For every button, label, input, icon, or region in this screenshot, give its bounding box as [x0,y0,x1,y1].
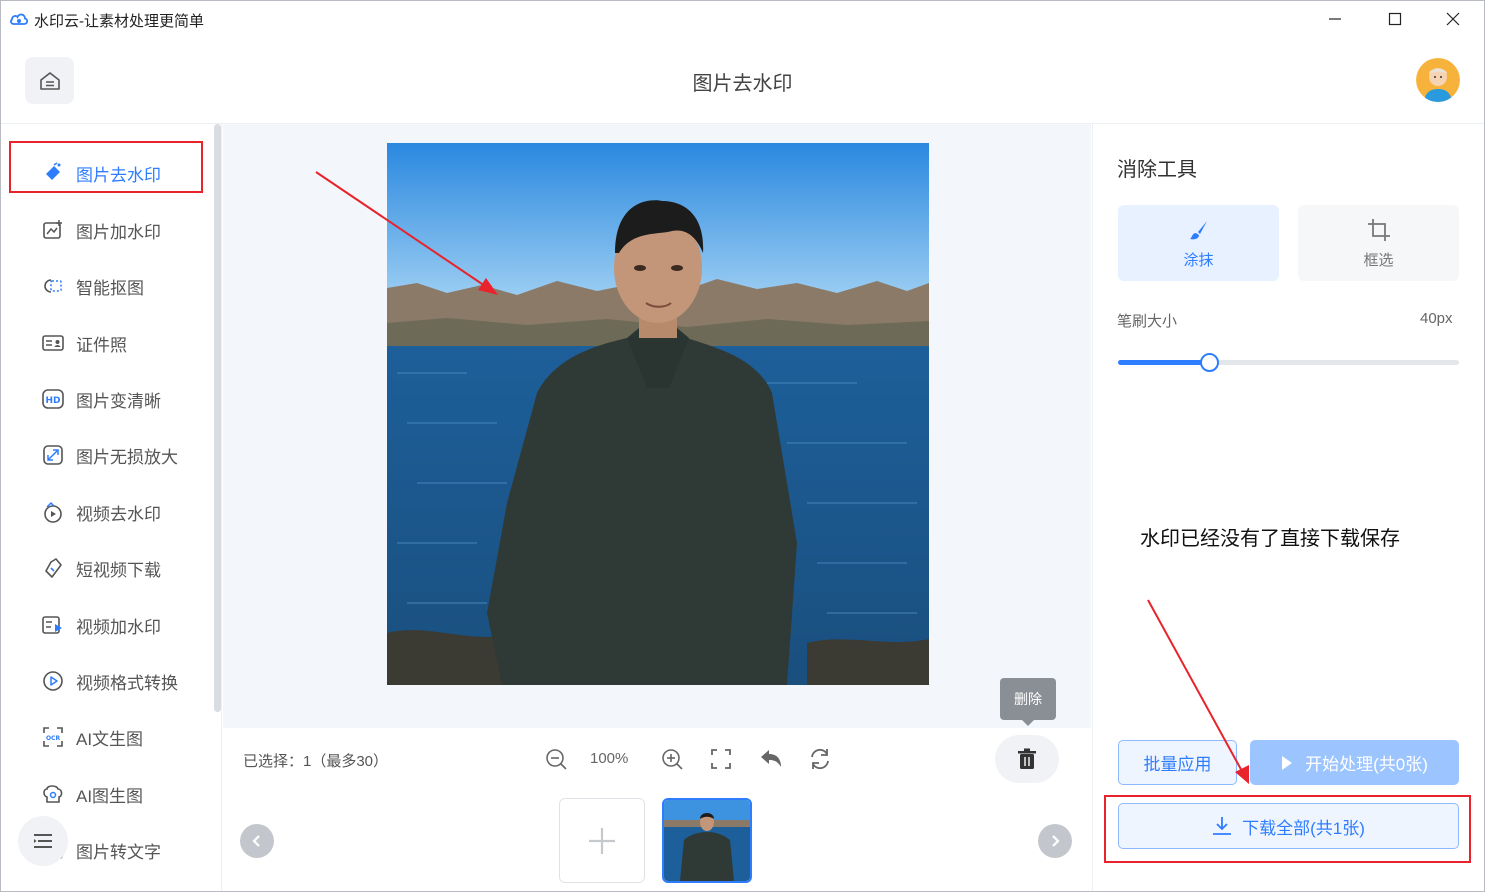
link-download-icon [42,557,64,579]
minimize-button[interactable] [1312,4,1358,34]
thumbnail-strip [223,792,1091,892]
zoom-out-icon [546,749,567,770]
sidebar-item-ai-image-to-image[interactable]: AI图生图 [10,768,202,820]
app-logo-icon [10,13,28,25]
maximize-icon [1388,12,1402,26]
brush-size-label: 笔刷大小 [1117,313,1178,330]
close-icon [1446,12,1460,26]
undo-icon [761,750,781,767]
sidebar-menu-button[interactable] [18,816,68,866]
hd-icon: HD [42,388,64,410]
chevron-left-icon [252,835,260,847]
video-erase-icon [42,501,64,523]
tool-box-select[interactable]: 框选 [1298,205,1459,281]
tool-smear[interactable]: 涂抹 [1118,205,1279,281]
sidebar-item-id-photo[interactable]: 证件照 [10,317,202,369]
download-highlight-box [1104,795,1471,863]
sidebar-item-label: 证件照 [76,335,127,355]
brush-size-slider-fill [1118,360,1211,365]
play-icon [1282,755,1293,770]
brush-size-slider[interactable] [1118,353,1459,372]
brush-size-value: 40px [1420,310,1453,327]
enlarge-icon [42,444,64,466]
edited-photo[interactable] [387,143,929,685]
sidebar-item-label: 图片去水印 [76,165,161,185]
svg-text:OCR: OCR [46,735,61,742]
page-title: 图片去水印 [692,73,793,95]
minimize-icon [1329,18,1341,20]
id-card-icon [42,332,64,354]
trash-icon [1018,748,1036,769]
delete-button[interactable] [995,735,1059,783]
tool-box-select-label: 框选 [1363,251,1394,269]
zoom-in-button[interactable] [659,746,685,772]
sidebar-item-short-video-download[interactable]: 短视频下载 [10,542,202,594]
sidebar-item-label: 智能抠图 [76,278,144,298]
avatar[interactable] [1416,58,1460,102]
chevron-right-icon [1052,835,1060,847]
tool-panel-title: 消除工具 [1117,159,1197,181]
selection-count: 已选择：1（最多30） [243,753,389,770]
ocr-icon: OCR [42,726,64,748]
sidebar-item-label: 视频加水印 [76,617,161,637]
start-processing-button[interactable]: 开始处理(共0张) [1250,740,1459,785]
batch-apply-button[interactable]: 批量应用 [1118,740,1237,785]
thumbnail-next-button[interactable] [1038,824,1072,858]
sidebar-item-video-format-convert[interactable]: 视频格式转换 [10,655,202,707]
video-add-icon [42,614,64,636]
fullscreen-icon [711,749,731,769]
cutout-icon [42,275,64,297]
sidebar-item-video-watermark-removal[interactable]: 视频去水印 [10,486,202,538]
sidebar-item-image-add-watermark[interactable]: 图片加水印 [10,204,202,256]
zoom-out-button[interactable] [543,746,569,772]
sidebar-item-label: 图片转文字 [76,842,161,862]
thumbnail-prev-button[interactable] [240,824,274,858]
image-add-icon [42,219,64,241]
close-button[interactable] [1430,4,1476,34]
maximize-button[interactable] [1372,4,1418,34]
start-processing-label: 开始处理(共0张) [1305,755,1428,774]
sidebar: 图片去水印 图片加水印 智能抠图 证件照 HD 图片变清晰 图片无损放大 视频去… [0,124,222,892]
zoom-level: 100% [590,750,629,767]
sidebar-item-smart-cutout[interactable]: 智能抠图 [10,260,202,312]
delete-tooltip: 删除 [1000,678,1056,726]
window-title: 水印云-让素材处理更简单 [34,13,204,30]
reset-button[interactable] [807,746,833,772]
crop-icon [1366,217,1392,243]
reset-icon [811,748,829,770]
sidebar-item-label: 图片变清晰 [76,391,161,411]
image-thumbnail[interactable] [662,798,752,883]
eraser-icon [42,162,64,184]
add-image-button[interactable] [559,798,645,883]
sidebar-item-image-watermark-removal[interactable]: 图片去水印 [10,147,202,199]
sidebar-item-video-add-watermark[interactable]: 视频加水印 [10,599,202,651]
app-header: 图片去水印 [0,38,1485,124]
sidebar-item-label: AI图生图 [76,786,144,806]
annotation-text: 水印已经没有了直接下载保存 [1140,528,1400,550]
sidebar-item-label: 视频去水印 [76,504,161,524]
play-circle-icon [42,670,64,692]
sidebar-item-image-enhance[interactable]: HD 图片变清晰 [10,373,202,425]
sidebar-scrollbar[interactable] [214,124,221,712]
svg-text:HD: HD [45,396,60,406]
sidebar-item-image-enlarge[interactable]: 图片无损放大 [10,429,202,481]
tool-smear-label: 涂抹 [1183,251,1214,269]
zoom-in-icon [662,749,683,770]
undo-button[interactable] [758,746,784,772]
sidebar-item-label: 短视频下载 [76,560,161,580]
brush-icon [1186,217,1212,243]
sidebar-item-label: AI文生图 [76,729,144,749]
fullscreen-button[interactable] [708,746,734,772]
sidebar-item-label: 视频格式转换 [76,673,178,693]
ai-image-icon [42,783,64,805]
sidebar-item-label: 图片无损放大 [76,447,178,467]
sidebar-item-ai-text-to-image[interactable]: OCR AI文生图 [10,711,202,763]
menu-icon [34,834,52,848]
plus-icon [589,827,615,854]
brush-size-slider-thumb[interactable] [1200,353,1220,372]
sidebar-item-label: 图片加水印 [76,222,161,242]
title-bar: 水印云-让素材处理更简单 [0,0,1485,38]
